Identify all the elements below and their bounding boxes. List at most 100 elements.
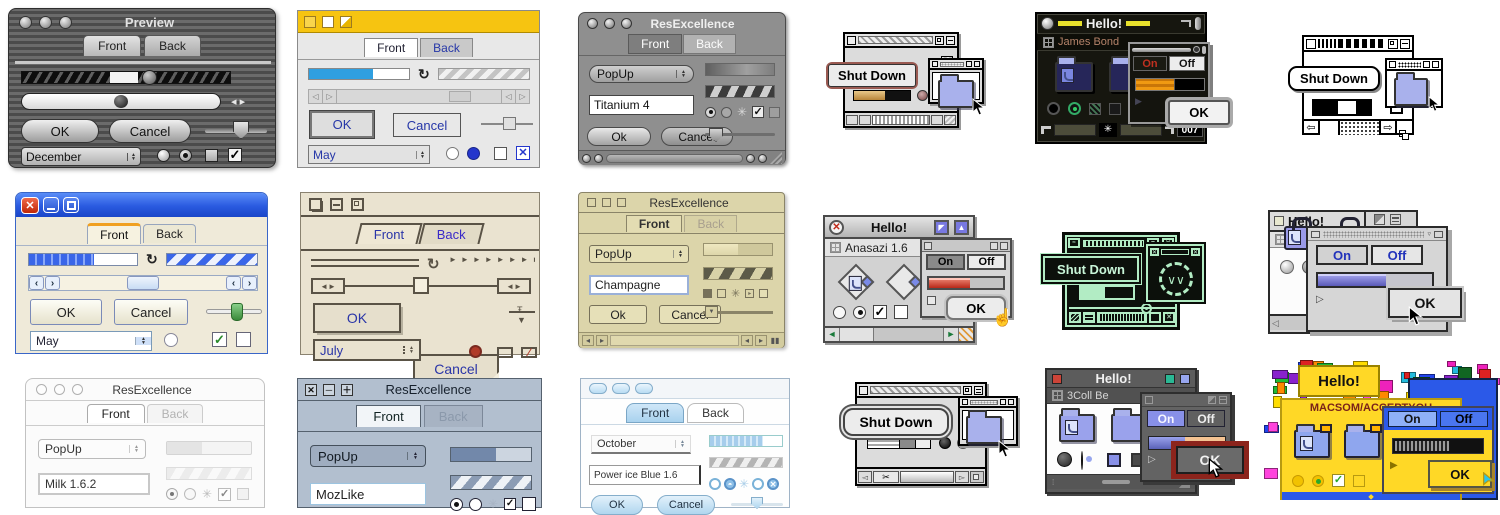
scissors-thumb-icon[interactable]: ✂ (873, 471, 899, 483)
pattern-box-icon[interactable]: ≈ (1068, 238, 1080, 248)
folder-icon[interactable] (1394, 78, 1428, 106)
text-field[interactable]: Champagne (589, 275, 689, 295)
close-icon[interactable]: ✕ (21, 197, 39, 214)
minimize-icon[interactable] (322, 16, 334, 28)
on-button[interactable]: On (926, 254, 965, 270)
tab-front[interactable]: Front (626, 215, 683, 232)
scrollbar-thumb[interactable] (413, 277, 429, 294)
off-button[interactable]: Off (1371, 245, 1423, 265)
cancel-button[interactable]: Cancel (114, 299, 188, 325)
text-field[interactable]: Milk 1.6.2 (38, 473, 150, 495)
scroll-right-icon[interactable]: › (45, 276, 60, 290)
ok-button[interactable]: OK (310, 111, 374, 138)
radio-selected[interactable] (166, 488, 178, 500)
radio-unselected[interactable] (721, 107, 732, 118)
scrollbar-thumb[interactable] (1320, 121, 1340, 135)
tab-back[interactable]: Back (684, 215, 737, 232)
collapse-icon[interactable] (1432, 61, 1439, 68)
scroll-button[interactable] (1083, 312, 1095, 323)
scroll-right-icon[interactable] (1149, 312, 1161, 323)
collapse-icon[interactable] (946, 36, 955, 45)
tab-front[interactable]: Front (626, 403, 684, 423)
window-button-icon[interactable] (621, 18, 632, 29)
maximize-icon[interactable] (63, 197, 79, 213)
horizontal-scrollbar[interactable]: ◂ ▸ ◂ ▸ ▮▮ (579, 332, 784, 348)
ok-button[interactable]: OK (1168, 100, 1230, 125)
zoom-icon[interactable] (935, 36, 944, 45)
shutdown-button[interactable]: Shut Down (1288, 66, 1380, 91)
play-box-icon[interactable]: ▸ (745, 289, 754, 298)
window-button-icon[interactable] (54, 384, 65, 395)
radio-selected[interactable] (467, 147, 480, 160)
scroll-right-icon[interactable]: ▷ (323, 90, 337, 103)
scroll-button-icon[interactable] (746, 154, 755, 163)
scroll-arrows-icon[interactable]: ◄► (497, 278, 531, 294)
minimize-icon[interactable]: ─ (323, 384, 335, 396)
scroll-right-icon[interactable]: ► (943, 328, 958, 341)
popup-menu[interactable]: PopUp (589, 65, 694, 83)
scrollbar[interactable]: ◁ ▷ ◁ ▷ (308, 89, 530, 104)
scrollbar-track[interactable] (900, 471, 954, 483)
radio-selected[interactable] (917, 90, 928, 101)
scroll-left-icon[interactable]: ‹ (29, 276, 44, 290)
cancel-button[interactable]: Cancel (109, 119, 191, 143)
checkbox-checked[interactable] (1089, 103, 1101, 115)
zoom-icon[interactable] (617, 198, 626, 207)
slider-thumb[interactable] (233, 121, 249, 139)
checkbox-checked[interactable] (218, 488, 231, 501)
ok-button[interactable]: Ok (587, 127, 651, 146)
checkbox-unchecked[interactable] (494, 147, 507, 160)
collapse-icon[interactable] (1008, 399, 1014, 405)
text-field[interactable]: Power ice Blue 1.6 (589, 465, 701, 485)
resize-grip-icon[interactable] (944, 115, 956, 125)
resize-grip-icon[interactable] (958, 328, 973, 341)
scroll-right-icon[interactable]: ▸ (596, 335, 608, 346)
resize-grip-icon[interactable]: ✕ (1163, 312, 1175, 323)
close-icon[interactable] (847, 36, 856, 45)
checkbox-unchecked[interactable] (894, 305, 908, 319)
window-button-icon[interactable] (36, 384, 47, 395)
checkbox-checked[interactable] (516, 146, 530, 160)
folder-icon[interactable] (966, 416, 1002, 444)
scrollbar[interactable]: ‹ › ‹ › (28, 275, 258, 291)
checkbox-unchecked[interactable] (717, 289, 726, 298)
close-icon[interactable] (1306, 39, 1316, 49)
scrollbar[interactable] (21, 93, 221, 110)
off-button[interactable]: Off (1440, 411, 1489, 427)
zoom-icon[interactable] (1165, 374, 1175, 384)
scroll-arrows-icon[interactable]: ◂ ▸ (231, 95, 245, 108)
tab-back[interactable]: Back (418, 223, 484, 244)
checkbox-checked[interactable] (752, 106, 764, 118)
checkbox-unchecked[interactable] (236, 332, 251, 347)
slider-thumb[interactable] (503, 117, 516, 130)
power-radio-icon[interactable]: ◓ (724, 478, 736, 490)
horizontal-scrollbar[interactable] (579, 150, 785, 165)
disclosure-triangle-icon[interactable]: ▷ (1316, 294, 1324, 305)
popup-menu[interactable]: May (30, 331, 152, 351)
slider-thumb[interactable] (231, 303, 243, 321)
folder-icon[interactable] (1294, 430, 1330, 458)
shutdown-button[interactable]: Shut Down (828, 64, 916, 87)
popup-menu[interactable]: December (21, 147, 141, 166)
radio-selected[interactable] (853, 306, 866, 319)
ok-button[interactable]: OK (30, 299, 102, 325)
scroll-left-icon[interactable]: ◅ (858, 471, 872, 483)
collapse-icon[interactable] (1219, 396, 1227, 404)
horizontal-scrollbar[interactable]: ◅ ✂ ▻ (857, 467, 985, 484)
resize-grip-icon[interactable] (770, 152, 782, 164)
zoom-icon[interactable] (351, 198, 364, 211)
window-button-icon[interactable] (587, 18, 598, 29)
scroll-left-icon[interactable]: ◄ (825, 328, 840, 341)
scrollbar-thumb[interactable] (606, 154, 743, 163)
cancel-button[interactable]: Cancel (657, 495, 715, 515)
zoom-icon[interactable] (1208, 396, 1216, 404)
collapse-icon[interactable] (1400, 39, 1410, 49)
zoom-icon[interactable] (963, 386, 972, 395)
checkbox-unchecked[interactable] (769, 107, 780, 118)
slider-track[interactable] (481, 123, 533, 125)
scrollbar-thumb[interactable] (114, 95, 128, 108)
on-button[interactable]: On (1316, 245, 1368, 265)
scroll-left-icon[interactable]: ‹ (226, 276, 241, 290)
tab-back[interactable]: Back (683, 34, 736, 54)
radio-unselected[interactable] (469, 498, 482, 511)
